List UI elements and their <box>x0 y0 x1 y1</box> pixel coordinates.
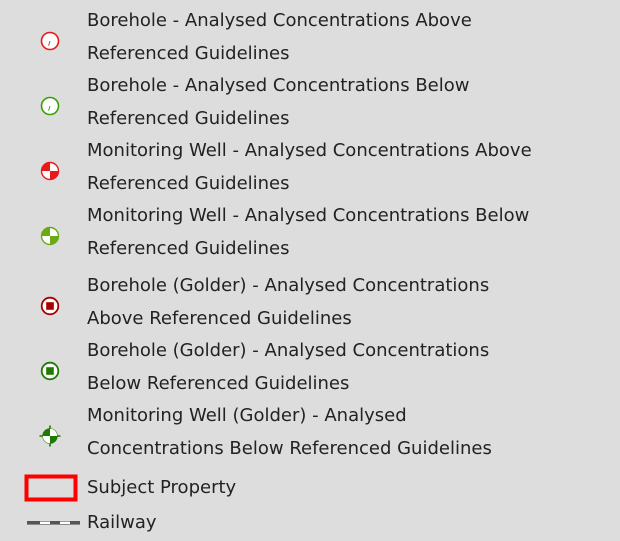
legend-label-line-1: Monitoring Well - Analysed Concentration… <box>87 205 530 226</box>
subject-property-icon <box>24 470 84 506</box>
legend-label-line-2: Above Referenced Guidelines <box>87 307 352 329</box>
legend-item-borehole-golder-above: Borehole (Golder) - Analysed Concentrati… <box>0 270 620 335</box>
legend-item-borehole-golder-below: Borehole (Golder) - Analysed Concentrati… <box>0 335 620 400</box>
legend-item-monitoring-well-above: Monitoring Well - Analysed Concentration… <box>0 135 620 200</box>
railway-icon <box>24 505 84 541</box>
legend-label-line-2: Below Referenced Guidelines <box>87 372 350 394</box>
legend-label-line-1: Monitoring Well (Golder) - Analysed <box>87 405 407 426</box>
monitoring-well-above-icon <box>22 153 78 189</box>
legend-label-line-1: Borehole - Analysed Concentrations Above <box>87 10 472 31</box>
legend-item-borehole-below: Borehole - Analysed Concentrations Below… <box>0 70 620 135</box>
legend-label-line-2: Referenced Guidelines <box>87 172 290 194</box>
legend-label-line-2: Referenced Guidelines <box>87 237 290 259</box>
map-legend: Borehole - Analysed Concentrations Above… <box>0 0 620 540</box>
legend-label: Subject Property <box>87 477 237 498</box>
monitoring-well-below-icon <box>22 218 78 254</box>
legend-item-railway: Railway <box>0 507 620 539</box>
legend-item-monitoring-well-golder-below: Monitoring Well (Golder) - Analysed Conc… <box>0 400 620 465</box>
legend-item-monitoring-well-below: Monitoring Well - Analysed Concentration… <box>0 200 620 265</box>
legend-item-borehole-above: Borehole - Analysed Concentrations Above… <box>0 5 620 70</box>
legend-label-line-2: Concentrations Below Referenced Guidelin… <box>87 437 492 459</box>
legend-label-line-1: Borehole (Golder) - Analysed Concentrati… <box>87 340 490 361</box>
legend-label-line-1: Borehole - Analysed Concentrations Below <box>87 75 470 96</box>
legend-label-line-2: Referenced Guidelines <box>87 42 290 64</box>
borehole-below-icon <box>22 88 78 124</box>
borehole-golder-below-icon <box>22 353 78 389</box>
legend-label-line-2: Referenced Guidelines <box>87 107 290 129</box>
legend-label-line-1: Monitoring Well - Analysed Concentration… <box>87 140 532 161</box>
borehole-golder-above-icon <box>22 288 78 324</box>
legend-label-line-1: Borehole (Golder) - Analysed Concentrati… <box>87 275 490 296</box>
monitoring-well-golder-below-icon <box>22 418 78 454</box>
legend-item-subject-property: Subject Property <box>0 472 620 504</box>
borehole-above-icon <box>22 23 78 59</box>
legend-label: Railway <box>87 512 157 533</box>
